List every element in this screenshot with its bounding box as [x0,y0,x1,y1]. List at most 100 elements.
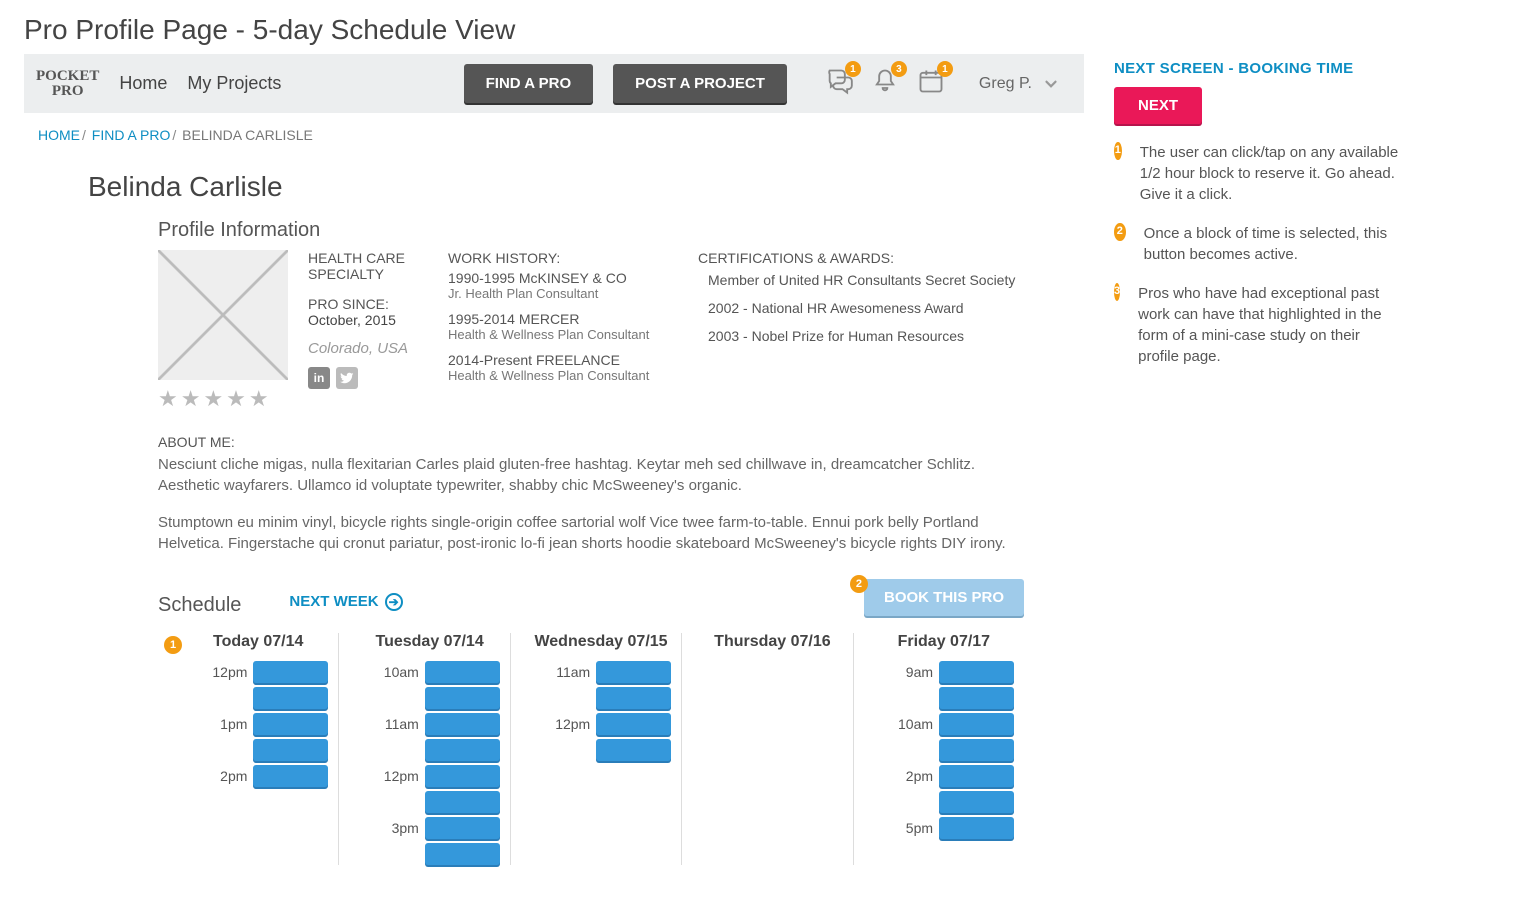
slot-time-label: 1pm [205,716,247,732]
schedule-heading: Schedule [158,594,241,617]
about-text: Nesciunt cliche migas, nulla flexitarian… [158,454,1024,496]
about-text: Stumptown eu minim vinyl, bicycle rights… [158,512,1024,554]
slot-time-label: 10am [377,664,419,680]
bell-badge: 3 [891,61,907,77]
day-header: Tuesday 07/14 [359,633,499,651]
nav-home[interactable]: Home [119,73,167,94]
annotation-badge-2: 2 [1114,223,1126,241]
app-window: POCKET PRO Home My Projects FIND A PRO P… [24,54,1084,865]
book-pro-button[interactable]: BOOK THIS PRO [864,579,1024,616]
time-slot[interactable] [939,817,1014,839]
slot-time-label: 11am [377,716,419,732]
time-slot[interactable] [253,687,328,709]
time-slot[interactable] [425,791,500,813]
crumb-find[interactable]: FIND A PRO [92,127,171,143]
schedule-day: Thursday 07/16 [681,633,852,865]
calendar-icon[interactable]: 1 [917,67,945,100]
chat-icon[interactable]: 1 [825,67,853,100]
rating-stars: ★★★★★ [158,386,288,412]
day-header: Thursday 07/16 [702,633,842,651]
slot-time-label: 5pm [891,820,933,836]
cert-entry: Member of United HR Consultants Secret S… [708,272,1024,288]
nav-projects[interactable]: My Projects [187,73,281,94]
sidebar: NEXT SCREEN - BOOKING TIME NEXT 1 The us… [1114,54,1404,367]
slot-time-label: 12pm [548,716,590,732]
time-slot[interactable] [596,739,671,761]
profile-name: Belinda Carlisle [88,171,1024,203]
about-label: ABOUT ME: [158,434,1024,450]
time-slot[interactable] [939,791,1014,813]
time-slot[interactable] [596,661,671,683]
post-project-button[interactable]: POST A PROJECT [613,64,787,103]
annotation-badge-2: 2 [850,575,868,593]
time-slot[interactable] [253,739,328,761]
twitter-icon[interactable] [336,367,358,389]
avatar-placeholder [158,250,288,380]
next-button[interactable]: NEXT [1114,87,1202,124]
time-slot[interactable] [939,713,1014,735]
time-slot[interactable] [253,765,328,787]
page-title: Pro Profile Page - 5-day Schedule View [24,14,1497,46]
annotation-badge-1: 1 [1114,142,1122,160]
linkedin-icon[interactable]: in [308,367,330,389]
annotation: 3 Pros who have had exceptional past wor… [1114,283,1404,367]
brand-logo[interactable]: POCKET PRO [36,69,99,99]
time-slot[interactable] [939,687,1014,709]
schedule-day: Tuesday 07/14 10am 11am 12pm 3pm [338,633,509,865]
schedule-day: 1Today 07/1412pm1pm2pm [188,633,338,865]
time-slot[interactable] [939,739,1014,761]
arrow-right-icon: ➔ [385,593,403,611]
time-slot[interactable] [425,817,500,839]
annotation: 2 Once a block of time is selected, this… [1114,223,1404,265]
slot-time-label: 9am [891,664,933,680]
user-menu[interactable]: Greg P. [979,75,1060,93]
slot-time-label: 3pm [377,820,419,836]
next-week-link[interactable]: NEXT WEEK ➔ [289,593,402,611]
time-slot[interactable] [253,713,328,735]
slot-time-label: 11am [548,664,590,680]
day-header: Wednesday 07/15 [531,633,671,651]
schedule-days: 1Today 07/1412pm1pm2pmTuesday 07/1410am1… [188,633,1024,865]
next-screen-link[interactable]: NEXT SCREEN - BOOKING TIME [1114,60,1404,77]
time-slot[interactable] [425,739,500,761]
time-slot[interactable] [425,765,500,787]
work-entry: 1995-2014 MERCER Health & Wellness Plan … [448,311,678,342]
time-slot[interactable] [596,713,671,735]
time-slot[interactable] [425,843,500,865]
day-header: Friday 07/17 [874,633,1014,651]
profile-info-heading: Profile Information [158,219,1024,242]
annotation-badge-3: 3 [1114,283,1120,301]
schedule-day: Friday 07/179am10am2pm5pm [853,633,1024,865]
crumb-current: BELINDA CARLISLE [182,127,313,143]
cert-entry: 2003 - Nobel Prize for Human Resources [708,328,1024,344]
cert-label: CERTIFICATIONS & AWARDS: [698,250,1024,266]
time-slot[interactable] [425,661,500,683]
location: Colorado, USA [308,340,428,357]
chat-badge: 1 [845,61,861,77]
work-entry: 1990-1995 McKINSEY & CO Jr. Health Plan … [448,270,678,301]
time-slot[interactable] [425,687,500,709]
pro-since-value: October, 2015 [308,312,428,328]
slot-time-label: 10am [891,716,933,732]
slot-time-label: 2pm [205,768,247,784]
calendar-badge: 1 [937,61,953,77]
annotation-badge-1: 1 [164,636,182,654]
topbar: POCKET PRO Home My Projects FIND A PRO P… [24,54,1084,113]
crumb-home[interactable]: HOME [38,127,80,143]
user-name: Greg P. [979,75,1032,93]
day-header: Today 07/14 [188,633,328,651]
slot-time-label: 12pm [377,768,419,784]
slot-time-label: 12pm [205,664,247,680]
specialty-label: HEALTH CARE SPECIALTY [308,250,428,282]
bell-icon[interactable]: 3 [871,67,899,100]
schedule-day: Wednesday 07/15 11am 12pm [510,633,681,865]
time-slot[interactable] [939,661,1014,683]
breadcrumb: HOME/ FIND A PRO/ BELINDA CARLISLE [38,127,1024,143]
find-pro-button[interactable]: FIND A PRO [464,64,594,103]
chevron-down-icon [1042,75,1060,93]
time-slot[interactable] [596,687,671,709]
time-slot[interactable] [253,661,328,683]
work-entry: 2014-Present FREELANCE Health & Wellness… [448,352,678,383]
time-slot[interactable] [939,765,1014,787]
time-slot[interactable] [425,713,500,735]
